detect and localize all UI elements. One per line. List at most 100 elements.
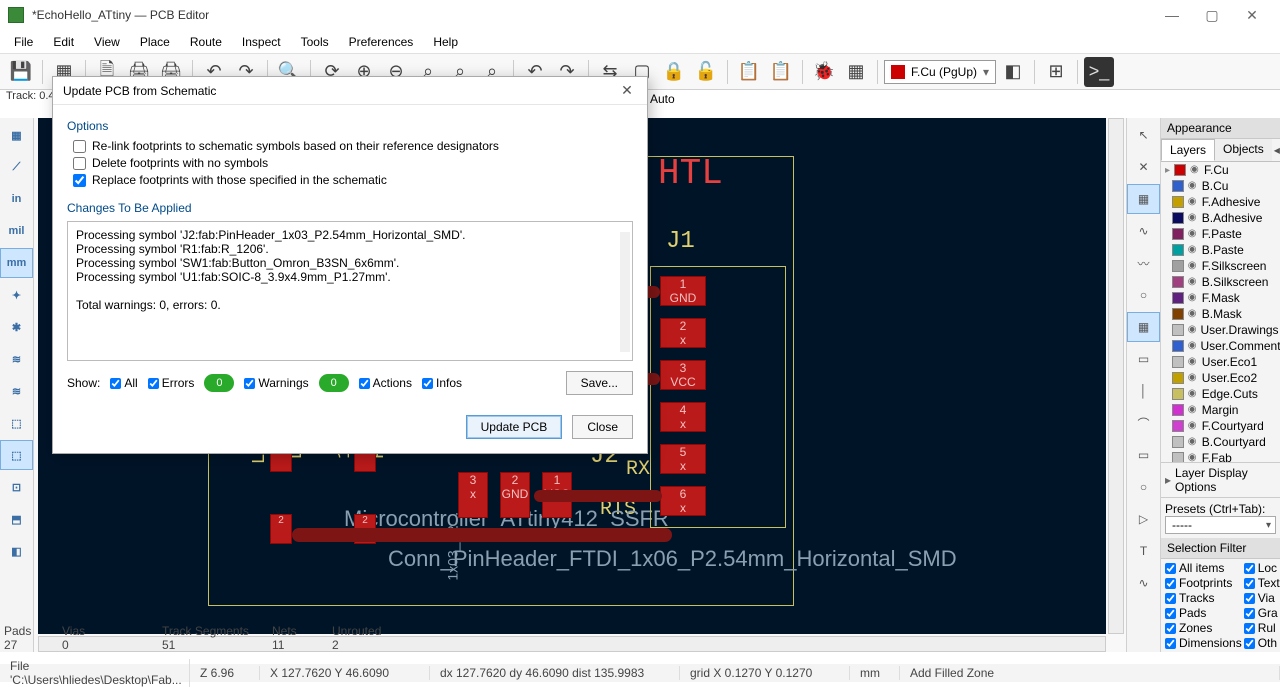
units-in-icon[interactable]: in — [0, 184, 33, 214]
cursor-icon[interactable]: ✱ — [0, 312, 33, 342]
zone-fill-icon[interactable]: ⬒ — [0, 504, 33, 534]
menu-tools[interactable]: Tools — [293, 33, 337, 51]
maximize-button[interactable]: ▢ — [1192, 7, 1232, 24]
dialog-close-icon[interactable]: ✕ — [617, 82, 637, 99]
contrast-icon[interactable]: ≋ — [0, 344, 33, 374]
menu-route[interactable]: Route — [182, 33, 230, 51]
close-dialog-button[interactable]: Close — [572, 415, 633, 439]
opt-replace[interactable]: Replace footprints with those specified … — [73, 173, 633, 187]
layers-list[interactable]: ▸◉F.Cu ◉B.Cu ◉F.Adhesive ◉B.Adhesive ◉F.… — [1161, 162, 1280, 462]
layer-row-f-courtyard[interactable]: ◉F.Courtyard — [1161, 418, 1280, 434]
zone-icon[interactable]: ▦ — [1127, 312, 1160, 342]
update-pcb-button[interactable]: Update PCB — [466, 415, 563, 439]
layer-row-user-comments[interactable]: ◉User.Comments — [1161, 338, 1280, 354]
ratsnest-icon[interactable]: ⟋ — [0, 152, 33, 182]
via-icon[interactable]: ○ — [1127, 280, 1160, 310]
layer-row-f-silkscreen[interactable]: ◉F.Silkscreen — [1161, 258, 1280, 274]
layer-row-b-paste[interactable]: ◉B.Paste — [1161, 242, 1280, 258]
highlight-net-icon[interactable]: ✕ — [1127, 152, 1160, 182]
presets-select[interactable]: ----- — [1165, 516, 1276, 534]
layer-row-b-cu[interactable]: ◉B.Cu — [1161, 178, 1280, 194]
grid-icon[interactable]: ▦ — [0, 120, 33, 150]
changes-log[interactable]: Processing symbol 'J2:fab:PinHeader_1x03… — [67, 221, 633, 361]
layer-row-b-mask[interactable]: ◉B.Mask — [1161, 306, 1280, 322]
menu-inspect[interactable]: Inspect — [234, 33, 289, 51]
layer-row-b-courtyard[interactable]: ◉B.Courtyard — [1161, 434, 1280, 450]
layer-row-f-fab[interactable]: ◉F.Fab — [1161, 450, 1280, 462]
route-track-icon[interactable]: ∿ — [1127, 216, 1160, 246]
menu-preferences[interactable]: Preferences — [341, 33, 422, 51]
show-actions[interactable]: Actions — [359, 376, 412, 390]
drc-icon[interactable]: 📋 — [766, 57, 796, 87]
line-icon[interactable]: │ — [1127, 376, 1160, 406]
pad-disp-icon[interactable]: ⬚ — [0, 408, 33, 438]
close-button[interactable]: ✕ — [1232, 7, 1272, 24]
filter-rul[interactable]: Rul — [1244, 621, 1280, 635]
poly-icon[interactable]: ▷ — [1127, 504, 1160, 534]
layer-row-f-paste[interactable]: ◉F.Paste — [1161, 226, 1280, 242]
keepout-icon[interactable]: ▭ — [1127, 344, 1160, 374]
layer-row-f-cu[interactable]: ▸◉F.Cu — [1161, 162, 1280, 178]
dimension-icon[interactable]: ∿ — [1127, 568, 1160, 598]
canvas-scrollbar-y[interactable] — [1108, 118, 1124, 634]
show-infos[interactable]: Infos — [422, 376, 462, 390]
layer-row-user-eco2[interactable]: ◉User.Eco2 — [1161, 370, 1280, 386]
units-mil-icon[interactable]: mil — [0, 216, 33, 246]
schematic-icon[interactable]: 📋 — [734, 57, 764, 87]
filter-footprints[interactable]: Footprints — [1165, 576, 1242, 590]
contrast2-icon[interactable]: ≋ — [0, 376, 33, 406]
filter-zones[interactable]: Zones — [1165, 621, 1242, 635]
filter-dimensions[interactable]: Dimensions — [1165, 636, 1242, 650]
layer-display-options[interactable]: Layer Display Options — [1161, 462, 1280, 498]
filter-pads[interactable]: Pads — [1165, 606, 1242, 620]
circle-icon[interactable]: ○ — [1127, 472, 1160, 502]
menu-view[interactable]: View — [86, 33, 128, 51]
filter-tracks[interactable]: Tracks — [1165, 591, 1242, 605]
extra-icon[interactable]: ◧ — [0, 536, 33, 566]
route-diff-icon[interactable]: 〰 — [1127, 248, 1160, 278]
layer-row-margin[interactable]: ◉Margin — [1161, 402, 1280, 418]
track-width-label[interactable]: Track: 0.4 — [6, 90, 55, 102]
show-all[interactable]: All — [110, 376, 137, 390]
drc-run-icon[interactable]: 🐞 — [809, 57, 839, 87]
filter-text[interactable]: Text — [1244, 576, 1280, 590]
show-warnings[interactable]: Warnings — [244, 376, 308, 390]
filter-oth[interactable]: Oth — [1244, 636, 1280, 650]
layer-row-f-mask[interactable]: ◉F.Mask — [1161, 290, 1280, 306]
layer-row-edge-cuts[interactable]: ◉Edge.Cuts — [1161, 386, 1280, 402]
menu-edit[interactable]: Edit — [45, 33, 82, 51]
show-errors[interactable]: Errors — [148, 376, 195, 390]
unlock-icon[interactable]: 🔓 — [691, 57, 721, 87]
library-icon[interactable]: ▦ — [841, 57, 871, 87]
snap-icon[interactable]: ✦ — [0, 280, 33, 310]
save-icon[interactable]: 💾 — [6, 57, 36, 87]
filter-gra[interactable]: Gra — [1244, 606, 1280, 620]
layer-row-user-drawings[interactable]: ◉User.Drawings — [1161, 322, 1280, 338]
layer-pair-icon[interactable]: ◧ — [998, 57, 1028, 87]
menu-place[interactable]: Place — [132, 33, 178, 51]
minimize-button[interactable]: — — [1152, 7, 1192, 23]
layer-row-user-eco1[interactable]: ◉User.Eco1 — [1161, 354, 1280, 370]
lock-icon[interactable]: 🔒 — [659, 57, 689, 87]
drc-icon2[interactable]: ⊞ — [1041, 57, 1071, 87]
text-icon[interactable]: T — [1127, 536, 1160, 566]
zone-disp-icon[interactable]: ⬚ — [0, 440, 33, 470]
menu-help[interactable]: Help — [425, 33, 466, 51]
save-log-button[interactable]: Save... — [566, 371, 633, 395]
filter-via[interactable]: Via — [1244, 591, 1280, 605]
filter-loc[interactable]: Loc — [1244, 561, 1280, 575]
place-footprint-icon[interactable]: ▦ — [1127, 184, 1160, 214]
zone-outline-icon[interactable]: ⊡ — [0, 472, 33, 502]
active-layer-select[interactable]: F.Cu (PgUp) ▾ — [884, 60, 996, 84]
grid-combo[interactable]: Auto — [650, 92, 675, 106]
arc-icon[interactable]: ⌒ — [1127, 408, 1160, 438]
opt-relink[interactable]: Re-link footprints to schematic symbols … — [73, 139, 633, 153]
layer-row-b-silkscreen[interactable]: ◉B.Silkscreen — [1161, 274, 1280, 290]
layer-row-f-adhesive[interactable]: ◉F.Adhesive — [1161, 194, 1280, 210]
select-tool-icon[interactable]: ↖ — [1127, 120, 1160, 150]
scripting-icon[interactable]: >_ — [1084, 57, 1114, 87]
layer-row-b-adhesive[interactable]: ◉B.Adhesive — [1161, 210, 1280, 226]
filter-all-items[interactable]: All items — [1165, 561, 1242, 575]
canvas-scrollbar-x[interactable] — [38, 636, 1106, 652]
opt-delete[interactable]: Delete footprints with no symbols — [73, 156, 633, 170]
